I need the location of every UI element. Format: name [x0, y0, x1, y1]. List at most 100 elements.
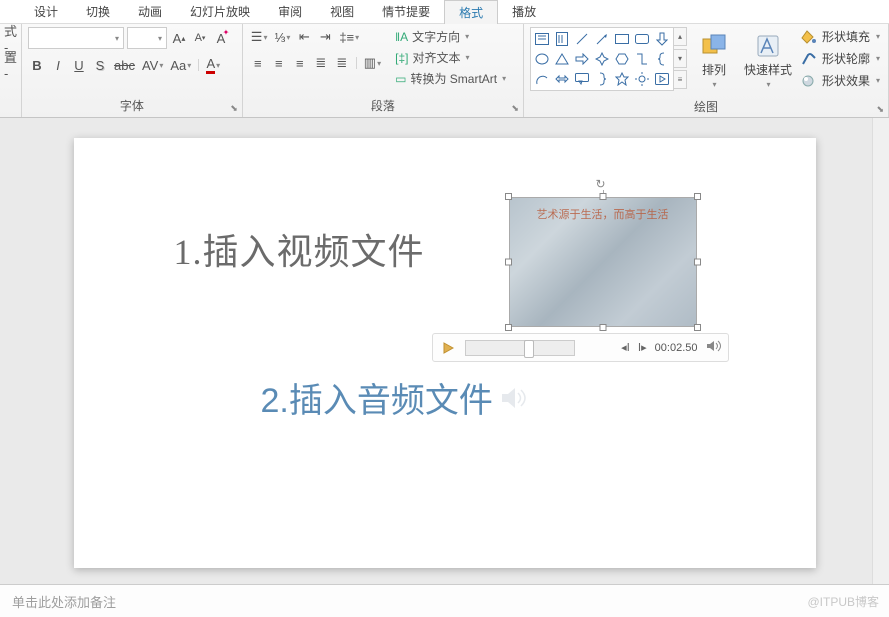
strikethrough-button[interactable]: abc — [112, 55, 137, 75]
shape-textbox-h[interactable] — [533, 30, 551, 48]
ribbon: 式 - 置 - ▾ ▾ A▴ A▾ A✦ B I U S abc AV▾ Aa▾ — [0, 23, 889, 118]
italic-button[interactable]: I — [49, 55, 67, 75]
tab-playback[interactable]: 播放 — [498, 0, 550, 23]
shape-effects-button[interactable]: 形状效果▾ — [799, 71, 882, 90]
resize-handle-l[interactable] — [505, 259, 512, 266]
notes-pane[interactable]: 单击此处添加备注 — [0, 584, 889, 617]
progress-bar[interactable] — [465, 340, 575, 356]
left-opt-2[interactable]: 置 - — [2, 54, 20, 74]
play-button[interactable] — [439, 339, 457, 357]
shapes-more[interactable]: ≡ — [673, 70, 687, 89]
tab-format[interactable]: 格式 — [444, 0, 498, 24]
shape-callout[interactable] — [573, 70, 591, 88]
shape-sun[interactable] — [633, 70, 651, 88]
slide-title-2[interactable]: 2.插入音频文件 — [261, 373, 529, 422]
text-direction-button[interactable]: ‖A文字方向▾ — [393, 27, 508, 46]
resize-handle-b[interactable] — [599, 324, 606, 331]
outline-icon — [801, 52, 817, 66]
next-frame-button[interactable]: Ⅰ▸ — [638, 341, 647, 354]
align-left-button[interactable]: ≡ — [249, 53, 267, 73]
bullets-button[interactable]: ☰▾ — [249, 27, 270, 47]
shape-star5[interactable] — [613, 70, 631, 88]
numbering-button[interactable]: ⅓▾ — [272, 27, 292, 47]
increase-indent-button[interactable]: ⇥ — [316, 27, 334, 47]
shape-oval[interactable] — [533, 50, 551, 68]
font-family-select[interactable]: ▾ — [28, 27, 124, 49]
shape-brace-left[interactable] — [653, 50, 671, 68]
media-control-bar: ◂Ⅰ Ⅰ▸ 00:02.50 — [432, 333, 729, 362]
decrease-font-icon[interactable]: A▾ — [191, 28, 209, 48]
clear-format-icon[interactable]: A✦ — [212, 28, 230, 48]
decrease-indent-button[interactable]: ⇤ — [295, 27, 313, 47]
video-caption: 艺术源于生活，而高于生活 — [510, 206, 696, 222]
resize-handle-tl[interactable] — [505, 193, 512, 200]
tab-view[interactable]: 视图 — [316, 0, 368, 23]
shapes-scroll-down[interactable]: ▾ — [673, 49, 687, 68]
font-size-select[interactable]: ▾ — [127, 27, 167, 49]
columns-button[interactable]: ▥▾ — [362, 53, 383, 73]
char-spacing-button[interactable]: AV▾ — [140, 55, 165, 75]
shape-line[interactable] — [573, 30, 591, 48]
arrange-button[interactable]: 排列▾ — [691, 27, 737, 95]
shape-arrow-line[interactable] — [593, 30, 611, 48]
resize-handle-br[interactable] — [694, 324, 701, 331]
rotate-handle-icon[interactable]: ↻ — [596, 177, 610, 191]
shapes-scroll-up[interactable]: ▴ — [673, 27, 687, 46]
align-right-button[interactable]: ≡ — [291, 53, 309, 73]
slide-canvas[interactable]: 1.插入视频文件 ↻ 艺术源于生活，而高于生活 ◂Ⅰ — [74, 138, 816, 568]
slide-title-1[interactable]: 1.插入视频文件 — [174, 223, 425, 275]
shape-fill-button[interactable]: 形状填充▾ — [799, 27, 882, 46]
shape-arrow-right[interactable] — [573, 50, 591, 68]
font-color-button[interactable]: A▾ — [204, 55, 222, 75]
tab-review[interactable]: 审阅 — [264, 0, 316, 23]
volume-button[interactable] — [706, 339, 722, 356]
shape-triangle[interactable] — [553, 50, 571, 68]
convert-smartart-button[interactable]: ▭转换为 SmartArt▾ — [393, 69, 508, 88]
quick-styles-button[interactable]: 快速样式▾ — [741, 27, 795, 95]
bold-button[interactable]: B — [28, 55, 46, 75]
shape-arrow-down[interactable] — [653, 30, 671, 48]
progress-thumb[interactable] — [524, 340, 534, 358]
align-center-button[interactable]: ≡ — [270, 53, 288, 73]
shape-action[interactable] — [653, 70, 671, 88]
video-frame[interactable]: 艺术源于生活，而高于生活 — [509, 197, 697, 327]
shape-textbox-v[interactable] — [553, 30, 571, 48]
font-dialog-launcher[interactable]: ⬊ — [230, 103, 238, 114]
increase-font-icon[interactable]: A▴ — [170, 28, 188, 48]
tab-animations[interactable]: 动画 — [124, 0, 176, 23]
drawing-group-label: 绘图⬊ — [524, 98, 888, 118]
shape-star4[interactable] — [593, 50, 611, 68]
shadow-button[interactable]: S — [91, 55, 109, 75]
underline-button[interactable]: U — [70, 55, 88, 75]
line-spacing-button[interactable]: ‡≡▾ — [337, 27, 361, 47]
shape-arc[interactable] — [533, 70, 551, 88]
shape-connector-elbow[interactable] — [633, 50, 651, 68]
distribute-button[interactable]: ≣ — [333, 53, 351, 73]
prev-frame-button[interactable]: ◂Ⅰ — [621, 341, 630, 354]
shape-roundrect[interactable] — [633, 30, 651, 48]
smartart-icon: ▭ — [395, 72, 406, 86]
tab-storyboard[interactable]: 情节提要 — [368, 0, 444, 23]
drawing-dialog-launcher[interactable]: ⬊ — [876, 104, 884, 115]
tab-slideshow[interactable]: 幻灯片放映 — [176, 0, 264, 23]
resize-handle-bl[interactable] — [505, 324, 512, 331]
shape-double-arrow[interactable] — [553, 70, 571, 88]
resize-handle-r[interactable] — [694, 259, 701, 266]
shape-outline-button[interactable]: 形状轮廓▾ — [799, 49, 882, 68]
resize-handle-t[interactable] — [599, 193, 606, 200]
resize-handle-tr[interactable] — [694, 193, 701, 200]
shape-hexagon[interactable] — [613, 50, 631, 68]
change-case-button[interactable]: Aa▾ — [168, 55, 193, 75]
vertical-scrollbar[interactable] — [872, 118, 889, 584]
left-opt-1[interactable]: 式 - — [2, 28, 20, 48]
video-object[interactable]: ↻ 艺术源于生活，而高于生活 — [509, 197, 697, 327]
justify-button[interactable]: ≣ — [312, 53, 330, 73]
shape-rect[interactable] — [613, 30, 631, 48]
shapes-gallery[interactable] — [530, 27, 674, 91]
align-text-button[interactable]: [‡]对齐文本▾ — [393, 48, 508, 67]
speaker-icon — [499, 383, 529, 413]
tab-design[interactable]: 设计 — [20, 0, 72, 23]
tab-transitions[interactable]: 切换 — [72, 0, 124, 23]
paragraph-dialog-launcher[interactable]: ⬊ — [511, 103, 519, 114]
shape-brace-right[interactable] — [593, 70, 611, 88]
